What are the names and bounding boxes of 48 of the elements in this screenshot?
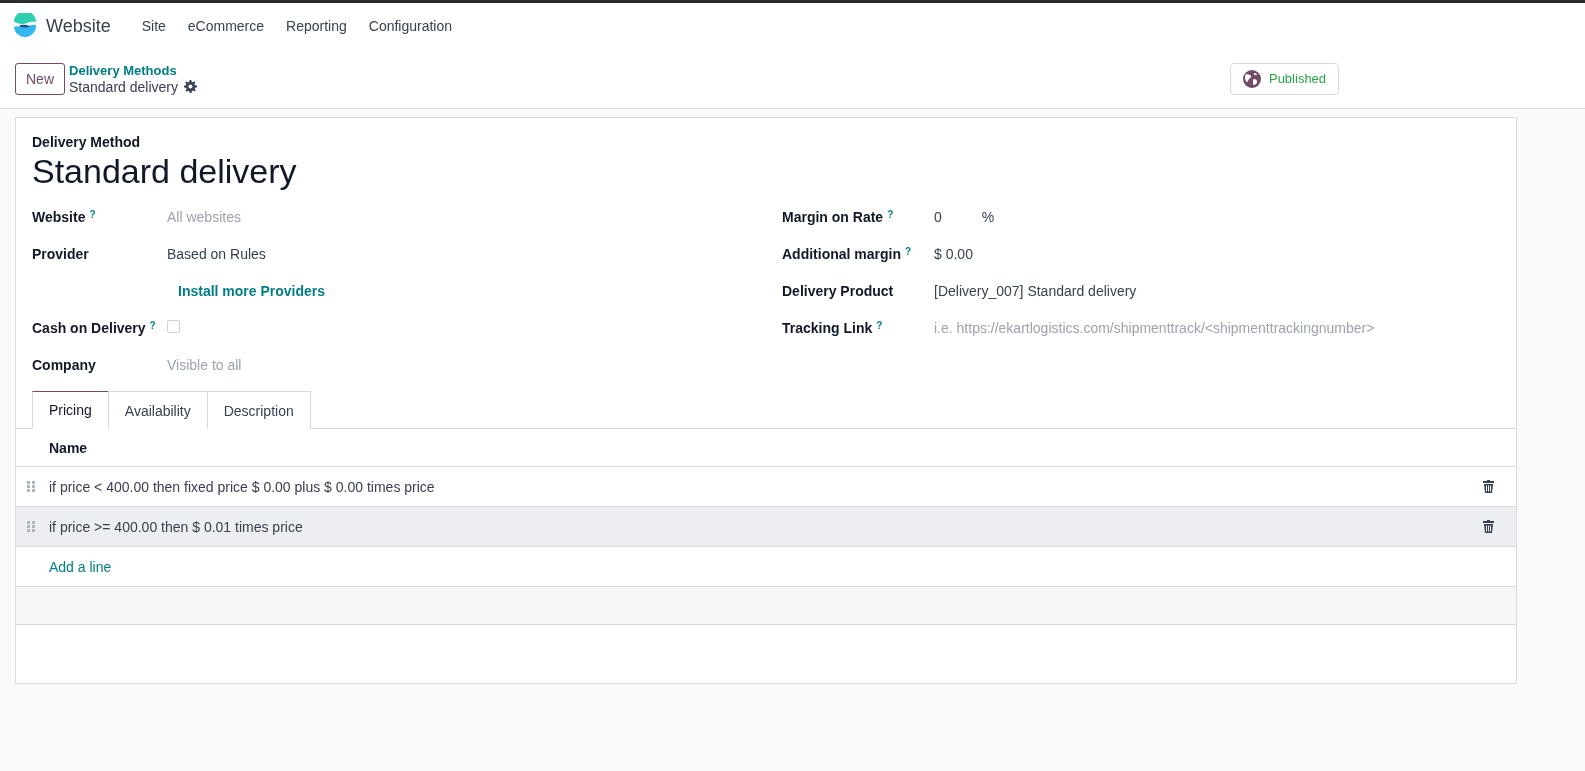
unit-label: %	[981, 209, 995, 225]
trash-icon[interactable]	[1483, 480, 1494, 493]
table-row[interactable]: if price >= 400.00 then $ 0.01 times price	[16, 507, 1516, 547]
menu-item[interactable]: eCommerce	[176, 18, 276, 34]
field-label: Additional margin	[782, 246, 901, 262]
tab[interactable]: Pricing	[32, 391, 109, 429]
help-mark[interactable]: ?	[89, 209, 96, 220]
tab[interactable]: Description	[206, 391, 311, 429]
help-mark[interactable]: ?	[887, 209, 894, 220]
field-label: Cash on Delivery	[32, 320, 146, 336]
column-header[interactable]: Name	[49, 439, 88, 456]
install-link[interactable]: Install more Providers	[178, 283, 326, 299]
breadcrumb-link[interactable]: Delivery Methods	[69, 62, 197, 79]
trash-icon[interactable]	[1483, 520, 1494, 533]
field-value: $ 0.00	[934, 246, 973, 262]
record-name: Standard delivery	[32, 152, 298, 191]
tab[interactable]: Availability	[107, 391, 208, 429]
add-line-link[interactable]: Add a line	[49, 558, 112, 575]
field-label: Margin on Rate	[782, 209, 884, 225]
record-type-label: Delivery Method	[32, 134, 142, 150]
menu-item[interactable]: Configuration	[357, 18, 464, 34]
field-value: [Delivery_007] Standard delivery	[934, 283, 1137, 299]
table-cell-text: if price >= 400.00 then $ 0.01 times price	[49, 518, 304, 535]
field-value: 0	[934, 209, 942, 225]
new-button[interactable]: New	[15, 62, 65, 95]
help-mark[interactable]: ?	[876, 320, 883, 331]
help-mark[interactable]: ?	[149, 320, 156, 331]
field-label: Company	[32, 357, 96, 373]
settings-icon[interactable]	[183, 80, 197, 93]
field-label: Website	[32, 209, 86, 225]
input-field[interactable]: All websites	[167, 209, 782, 225]
record-title: Standard delivery	[69, 78, 178, 95]
app-logo-icon	[12, 13, 38, 39]
table-cell-text: if price < 400.00 then fixed price $ 0.00 plus $ 0.00 times price	[49, 478, 436, 495]
field-label: Tracking Link	[782, 320, 873, 336]
menu-item[interactable]: Reporting	[275, 18, 358, 34]
field-label: Delivery Product	[782, 283, 894, 299]
drag-handle-icon[interactable]	[26, 520, 37, 533]
help-mark[interactable]: ?	[905, 246, 912, 257]
drag-handle-icon[interactable]	[26, 480, 37, 493]
menu-item[interactable]: Site	[130, 18, 177, 34]
field-value: Based on Rules	[167, 246, 266, 262]
app-name[interactable]: Website	[46, 15, 111, 37]
input-field[interactable]: i.e. https://ekartlogistics.com/shipmenttrack/<shipmenttrackingnumber>	[934, 320, 1532, 336]
field-label: Provider	[32, 246, 89, 262]
input-field[interactable]: Visible to all	[167, 357, 782, 373]
globe-icon	[1242, 69, 1261, 88]
checkbox[interactable]	[167, 320, 180, 333]
